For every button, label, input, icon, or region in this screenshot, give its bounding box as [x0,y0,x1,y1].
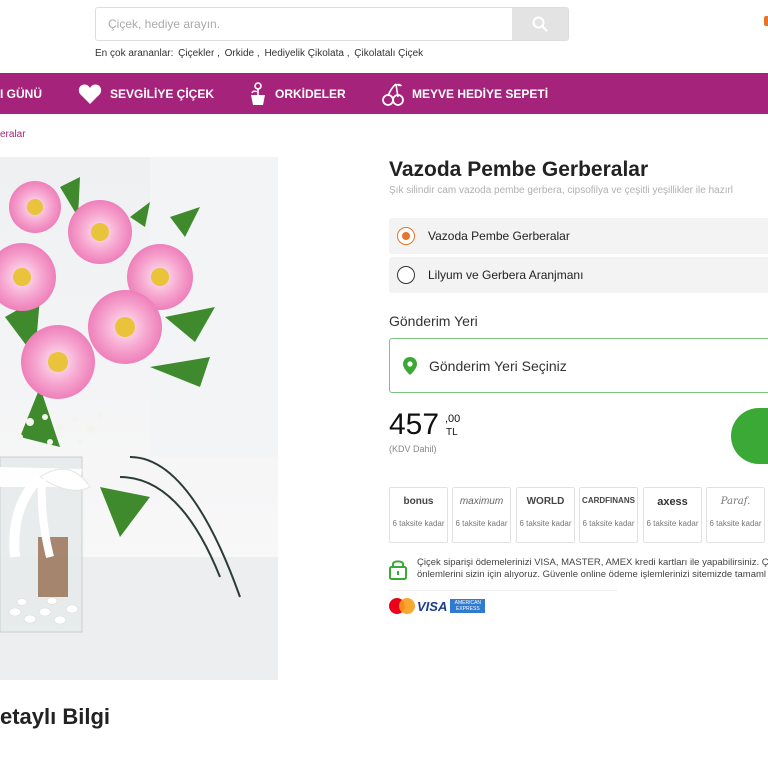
popular-link[interactable]: Çiçekler , [178,48,220,59]
nav-item-label: SEVGİLİYE ÇİÇEK [110,86,215,101]
card-maximum: maximum 6 taksite kadar [452,487,511,543]
add-to-cart-button[interactable] [731,408,768,464]
price-integer: 457 [389,408,440,441]
nav-item-fruit-basket[interactable]: MEYVE HEDİYE SEPETİ [382,73,548,114]
delivery-location-select[interactable]: Gönderim Yeri Seçiniz [389,338,768,393]
nav-item-mothers-day[interactable]: I GÜNÜ [0,73,42,114]
secure-line: önlemlerini sizin için alıyoruz. Güvenle… [417,569,766,580]
popular-link[interactable]: Hediyelik Çikolata , [264,48,349,59]
search-input[interactable] [96,8,512,40]
card-world: WORLD 6 taksite kadar [516,487,575,543]
card-cardfinans: CARDFINANS 6 taksite kadar [579,487,638,543]
mastercard-logo [389,598,415,614]
variant-label: Vazoda Pembe Gerberalar [428,229,570,243]
payment-logos: VISA AMERICAN EXPRESS [389,598,486,614]
breadcrumb[interactable]: eralar [0,129,26,140]
orchid-pot-icon [251,81,265,105]
popular-link[interactable]: Çikolatalı Çiçek [354,48,423,59]
price-currency: TL [446,427,458,438]
card-installment: 6 taksite kadar [646,519,699,528]
card-installment: 6 taksite kadar [519,519,572,528]
card-bonus: bonus 6 taksite kadar [389,487,448,543]
popular-label: En çok arananlar: [95,48,174,59]
nav-item-orchids[interactable]: ORKİDELER [249,73,346,114]
lock-icon [389,560,407,580]
card-paraf: Paraf. 6 taksite kadar [706,487,765,543]
cherry-icon [382,82,404,106]
card-installment: 6 taksite kadar [709,519,762,528]
card-installment: 6 taksite kadar [455,519,508,528]
cart-icon[interactable] [764,16,768,26]
tax-note: (KDV Dahil) [389,444,437,454]
card-logo: axess [657,496,688,508]
card-axess: axess 6 taksite kadar [643,487,702,543]
visa-logo: VISA [417,598,448,614]
heart-icon [78,83,102,104]
card-installment: 6 taksite kadar [392,519,445,528]
amex-logo: AMERICAN EXPRESS [450,599,486,613]
product-image[interactable] [0,157,278,680]
card-logo: CARDFINANS [582,496,635,505]
secure-line: Çiçek siparişi ödemelerinizi VISA, MASTE… [417,557,768,568]
search-icon [532,16,548,32]
card-logo: maximum [459,496,504,507]
price-decimal: ,00 [445,413,461,425]
nav-item-valentine[interactable]: SEVGİLİYE ÇİÇEK [78,73,214,114]
divider [389,590,617,591]
card-logo: bonus [403,496,434,507]
page: En çok arananlar: Çiçekler , Orkide , He… [0,0,768,768]
flower-illustration [0,157,278,680]
secure-text: Çiçek siparişi ödemelerinizi VISA, MASTE… [417,557,768,581]
variant-option-pink-gerbera[interactable]: Vazoda Pembe Gerberalar [389,218,768,254]
card-logo: WORLD [526,496,565,507]
delivery-placeholder: Gönderim Yeri Seçiniz [429,357,567,374]
popular-searches: En çok arananlar: Çiçekler , Orkide , He… [95,48,425,59]
detail-heading: etaylı Bilgi [0,704,111,729]
variant-label: Lilyum ve Gerbera Aranjmanı [428,268,584,282]
variant-option-lily-gerbera[interactable]: Lilyum ve Gerbera Aranjmanı [389,257,768,293]
radio-unselected[interactable] [397,266,415,284]
nav-item-label: ORKİDELER [275,86,346,101]
popular-link[interactable]: Orkide , [225,48,260,59]
location-pin-icon [403,356,417,375]
product-title: Vazoda Pembe Gerberalar [389,158,649,181]
nav-item-label: I GÜNÜ [0,86,42,101]
card-installment: 6 taksite kadar [582,519,635,528]
main-nav: I GÜNÜ SEVGİLİYE ÇİÇEK ORKİDELER MEYVE H… [0,73,768,114]
radio-selected[interactable] [397,227,415,245]
search-button[interactable] [512,8,568,40]
product-subtitle: Şık silindir cam vazoda pembe gerbera, c… [389,185,734,196]
card-logo: Paraf. [720,496,751,507]
search-bar [95,7,569,41]
nav-item-label: MEYVE HEDİYE SEPETİ [412,86,549,101]
delivery-label: Gönderim Yeri [389,313,478,329]
